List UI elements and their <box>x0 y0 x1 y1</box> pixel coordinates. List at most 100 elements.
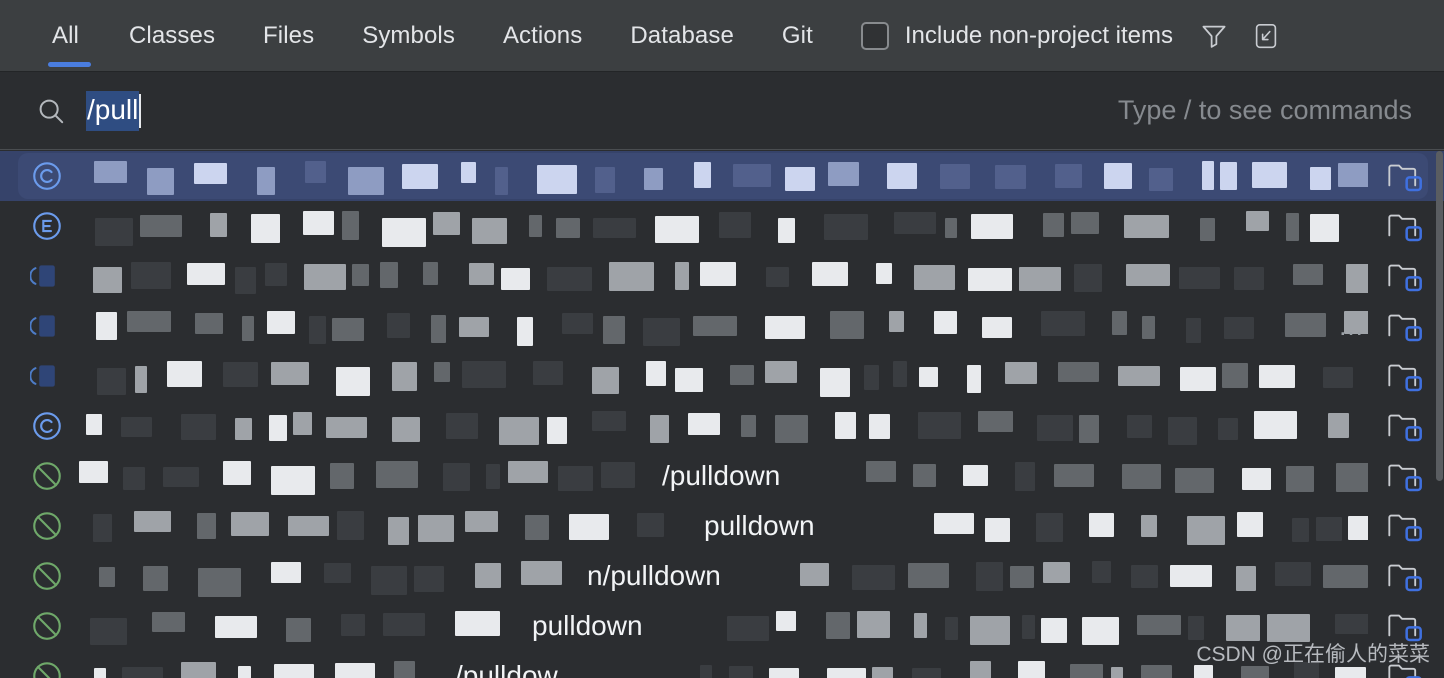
censored-text-block <box>569 514 609 540</box>
censored-text-block <box>94 161 127 183</box>
result-row[interactable]: pulldown <box>0 501 1444 551</box>
censored-text-block <box>1079 415 1099 443</box>
censored-text-block <box>914 613 927 638</box>
open-in-find-tool-window-icon[interactable] <box>1251 21 1281 51</box>
censored-text-block <box>827 668 866 678</box>
censored-text-block <box>643 318 680 346</box>
tab-database[interactable]: Database <box>606 0 758 72</box>
censored-text-block <box>1082 617 1119 645</box>
censored-text-block <box>835 412 856 439</box>
watermark-text: CSDN @正在偷人的菜菜 <box>1196 643 1430 666</box>
censored-text-block <box>650 415 669 443</box>
censored-text-block <box>934 513 974 534</box>
checkbox-box[interactable] <box>860 22 889 50</box>
web-icon <box>30 459 64 493</box>
censored-text-block <box>970 616 1010 645</box>
censored-text-block <box>486 464 500 489</box>
censored-text-block <box>1092 561 1111 583</box>
censored-text-block <box>913 464 936 487</box>
result-row[interactable] <box>0 401 1444 451</box>
censored-text-block <box>140 215 182 237</box>
censored-text-block <box>1071 212 1099 234</box>
censored-text-block <box>1316 517 1342 541</box>
censored-text-block <box>1234 267 1264 290</box>
censored-text-block <box>852 565 895 590</box>
censored-text-block <box>727 616 769 641</box>
search-hint-text: Type / to see commands <box>1117 95 1412 125</box>
censored-text-block <box>866 461 896 482</box>
censored-text-block <box>495 167 508 195</box>
include-non-project-items-label: Include non-project items <box>904 22 1174 49</box>
censored-text-block <box>167 361 202 387</box>
censored-text-block <box>778 218 795 243</box>
censored-text-block <box>288 516 329 536</box>
censored-text-block <box>462 361 506 388</box>
censored-text-block <box>775 415 808 443</box>
censored-text-block <box>765 316 805 339</box>
result-row[interactable]: … <box>0 301 1444 351</box>
result-row[interactable]: /pulldown <box>0 451 1444 501</box>
censored-text-block <box>601 462 635 488</box>
censored-text-block <box>914 265 955 290</box>
censored-text-block <box>251 214 280 243</box>
search-bar[interactable]: /pull Type / to see commands <box>0 72 1444 150</box>
module-folder-icon <box>1368 501 1444 551</box>
censored-text-block <box>469 263 494 285</box>
censored-text-block <box>1141 515 1157 537</box>
result-row-content <box>64 301 1368 351</box>
censored-text-block <box>869 414 890 439</box>
include-non-project-items-checkbox[interactable]: Include non-project items <box>860 0 1174 72</box>
censored-text-block <box>380 262 398 288</box>
tab-all[interactable]: All <box>34 0 105 72</box>
tab-classes[interactable]: Classes <box>105 0 239 72</box>
censored-text-block <box>765 361 797 383</box>
tab-symbols[interactable]: Symbols <box>338 0 479 72</box>
search-input[interactable]: /pull <box>86 87 1118 135</box>
censored-text-block <box>195 313 223 334</box>
censored-text-block <box>729 666 753 678</box>
censored-text-block <box>864 365 879 390</box>
tab-files[interactable]: Files <box>239 0 338 72</box>
censored-text-block <box>1237 512 1263 537</box>
censored-text-block <box>556 218 580 238</box>
censored-text-block <box>1118 366 1160 386</box>
result-row[interactable] <box>0 351 1444 401</box>
censored-text-block <box>423 262 438 285</box>
censored-text-block <box>741 415 756 437</box>
censored-text-block <box>336 367 370 396</box>
censored-text-block <box>919 367 938 387</box>
filter-icon[interactable] <box>1199 21 1229 51</box>
result-row[interactable] <box>0 251 1444 301</box>
censored-text-block <box>963 465 988 486</box>
censored-text-block <box>894 212 936 234</box>
censored-text-block <box>934 311 957 334</box>
censored-text-block <box>872 667 893 678</box>
censored-text-block <box>269 415 287 441</box>
tab-actions[interactable]: Actions <box>479 0 606 72</box>
censored-text-block <box>135 366 147 393</box>
censored-text-block <box>376 461 418 488</box>
censored-text-block <box>1246 211 1269 231</box>
result-row[interactable] <box>0 151 1444 201</box>
censored-text-block <box>1292 518 1309 542</box>
result-row-content: pulldown <box>64 601 1368 651</box>
censored-text-block <box>533 361 563 385</box>
censored-text-block <box>434 362 450 382</box>
censored-text-block <box>675 368 703 392</box>
result-row-text: /pulldown <box>662 460 781 491</box>
censored-text-block <box>231 512 269 536</box>
censored-text-block <box>1224 317 1254 339</box>
result-row[interactable] <box>0 201 1444 251</box>
censored-text-block <box>776 611 796 631</box>
censored-text-block <box>1058 362 1099 382</box>
search-icon <box>34 94 68 128</box>
censored-text-block <box>694 162 711 188</box>
censored-text-block <box>908 563 949 588</box>
result-row[interactable]: n/pulldown <box>0 551 1444 601</box>
tab-git[interactable]: Git <box>758 0 837 72</box>
censored-text-block <box>461 162 476 183</box>
censored-text-block <box>1286 213 1299 241</box>
result-row-content <box>64 151 1368 201</box>
censored-text-block <box>1041 311 1085 336</box>
tab-label: Database <box>630 22 734 49</box>
